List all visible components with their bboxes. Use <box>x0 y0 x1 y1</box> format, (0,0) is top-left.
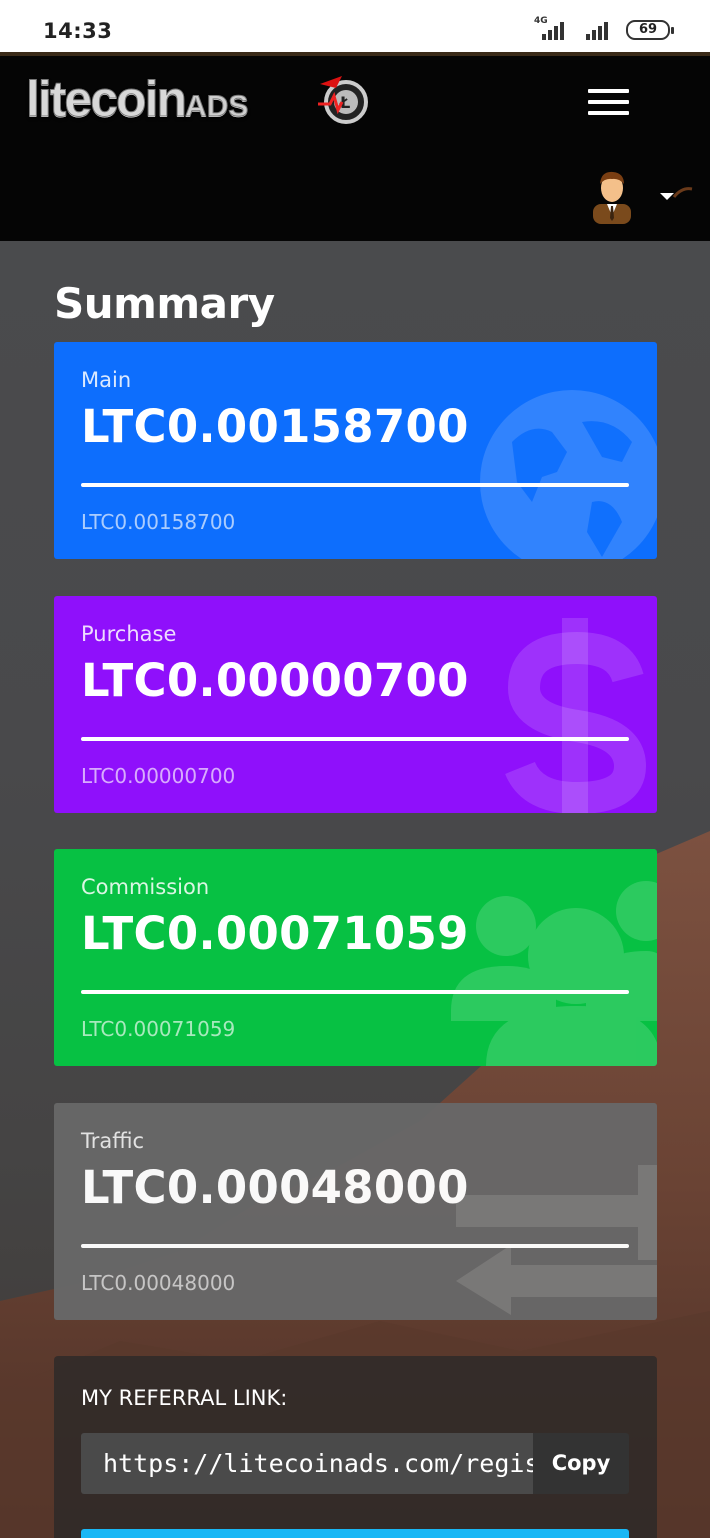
card-subvalue: LTC0.00048000 <box>81 1271 236 1295</box>
card-subvalue: LTC0.00071059 <box>81 1017 236 1041</box>
card-amount: LTC0.00071059 <box>81 907 469 960</box>
card-amount: LTC0.00158700 <box>81 400 469 453</box>
status-time: 14:33 <box>43 19 113 43</box>
users-icon <box>451 881 657 1066</box>
app-header: litecoinADS Ł <box>0 52 710 241</box>
referral-panel: MY REFERRAL LINK: https://litecoinads.co… <box>54 1356 657 1538</box>
dollar-icon <box>505 618 647 813</box>
corner-swoosh-icon <box>672 187 693 198</box>
card-label: Commission <box>81 875 210 899</box>
signal-4g-icon: 4G <box>534 16 570 42</box>
globe-icon <box>480 390 657 559</box>
summary-card-traffic[interactable]: Traffic LTC0.00048000 LTC0.00048000 <box>54 1103 657 1320</box>
card-subvalue: LTC0.00158700 <box>81 510 236 534</box>
referral-action-button[interactable] <box>81 1529 629 1538</box>
status-bar: 14:33 4G 69 <box>0 0 710 52</box>
summary-card-main[interactable]: Main LTC0.00158700 LTC0.00158700 <box>54 342 657 559</box>
signal-icon <box>584 18 612 42</box>
litecoin-emblem-icon: Ł <box>318 76 368 124</box>
referral-label: MY REFERRAL LINK: <box>81 1386 288 1410</box>
logo[interactable]: litecoinADS Ł <box>25 70 368 130</box>
summary-card-purchase[interactable]: Purchase LTC0.00000700 LTC0.00000700 <box>54 596 657 813</box>
hamburger-menu-button[interactable] <box>588 89 630 115</box>
logo-text: litecoin <box>25 71 187 128</box>
card-progress-bar <box>81 990 629 994</box>
page-title: Summary <box>54 279 275 328</box>
card-subvalue: LTC0.00000700 <box>81 764 236 788</box>
copy-button[interactable]: Copy <box>533 1433 629 1494</box>
logo-wordmark: litecoinADS <box>25 70 249 128</box>
card-progress-bar <box>81 1244 629 1248</box>
card-label: Traffic <box>81 1129 145 1153</box>
user-avatar-icon[interactable] <box>589 168 635 224</box>
card-label: Main <box>81 368 132 392</box>
battery-icon: 69 <box>626 20 674 40</box>
card-label: Purchase <box>81 622 177 646</box>
status-icons: 4G 69 <box>534 16 674 42</box>
network-type-label: 4G <box>534 16 548 26</box>
referral-link-field[interactable]: https://litecoinads.com/regis <box>81 1433 533 1494</box>
card-amount: LTC0.00000700 <box>81 654 469 707</box>
card-amount: LTC0.00048000 <box>81 1161 469 1214</box>
card-progress-bar <box>81 737 629 741</box>
summary-card-commission[interactable]: Commission LTC0.00071059 LTC0.00071059 <box>54 849 657 1066</box>
card-progress-bar <box>81 483 629 487</box>
logo-suffix: ADS <box>185 90 249 124</box>
exchange-arrows-icon <box>456 1165 657 1315</box>
